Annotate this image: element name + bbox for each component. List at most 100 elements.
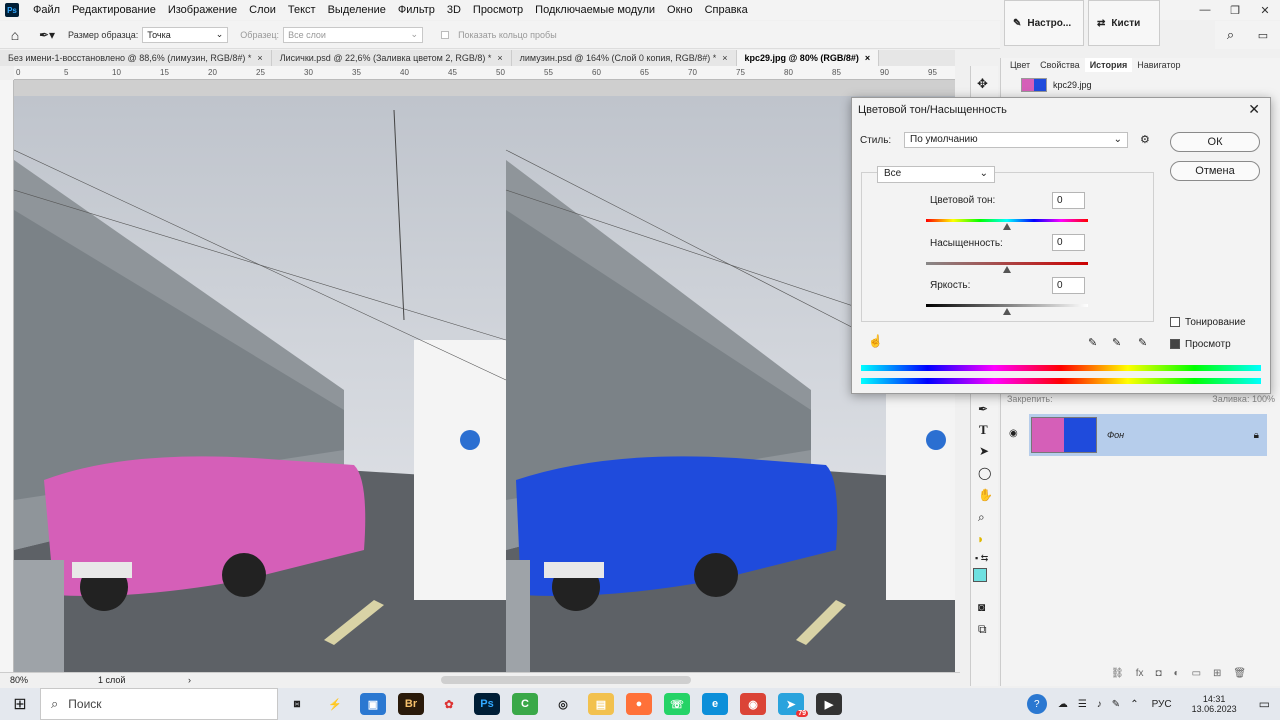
media-player-icon[interactable]: ▶: [816, 693, 842, 715]
lightness-slider-track[interactable]: [926, 304, 1088, 307]
hue-input[interactable]: 0: [1052, 192, 1085, 209]
whatsapp-icon[interactable]: ☏: [664, 693, 690, 715]
brushes-panel-tab[interactable]: ⇄ Кисти: [1088, 0, 1160, 46]
hue-slider-thumb[interactable]: [1003, 223, 1011, 230]
cloud-icon[interactable]: ☁: [1058, 699, 1068, 710]
store-icon[interactable]: ▣: [360, 693, 386, 715]
eyedropper-icon[interactable]: ✎: [1088, 336, 1097, 349]
link-layers-icon[interactable]: ⛓: [1111, 668, 1124, 679]
wifi-icon[interactable]: ☰: [1078, 699, 1087, 710]
ring-checkbox[interactable]: [441, 30, 450, 39]
screen-mode-icon[interactable]: ⧉: [978, 622, 987, 637]
fill-value[interactable]: 100%: [1252, 394, 1275, 404]
volume-icon[interactable]: ♪: [1097, 699, 1102, 710]
pen-tool-icon[interactable]: ✒: [978, 402, 988, 416]
adjustments-panel-tab[interactable]: ✎ Настро...: [1004, 0, 1084, 46]
tab-properties[interactable]: Свойства: [1035, 58, 1085, 72]
menu-type[interactable]: Текст: [282, 4, 322, 16]
camtasia-icon[interactable]: C: [512, 693, 538, 715]
zoom-tool-icon[interactable]: ⌕: [978, 510, 985, 525]
maximize-button[interactable]: ❐: [1220, 0, 1250, 20]
colorize-row[interactable]: Тонирование: [1170, 317, 1246, 328]
workspace-icon[interactable]: ▭: [1258, 29, 1268, 42]
path-select-icon[interactable]: ➤: [979, 444, 989, 458]
winamp-icon[interactable]: ⚡: [322, 693, 348, 715]
taskbar-search[interactable]: ⌕ Поиск: [40, 688, 278, 720]
target-adjust-icon[interactable]: ☝: [868, 334, 883, 348]
hand-tool-icon[interactable]: ✋: [978, 488, 993, 502]
menu-3d[interactable]: 3D: [441, 4, 467, 16]
menu-help[interactable]: Справка: [699, 4, 754, 16]
menu-select[interactable]: Выделение: [322, 4, 392, 16]
tab-history[interactable]: История: [1084, 58, 1133, 72]
paint-icon[interactable]: ✿: [436, 693, 462, 715]
canvas-area[interactable]: [14, 80, 955, 672]
cancel-button[interactable]: Отмена: [1170, 161, 1260, 181]
close-tab-icon[interactable]: ×: [497, 53, 502, 63]
chrome-icon[interactable]: ◉: [740, 693, 766, 715]
document-tab[interactable]: Без имени-1-восстановлено @ 88,6% (лимуз…: [0, 50, 272, 66]
new-layer-icon[interactable]: ⊞: [1213, 668, 1221, 679]
document-tab[interactable]: Лисички.psd @ 22,6% (Заливка цветом 2, R…: [272, 50, 512, 66]
start-button[interactable]: ⊞: [0, 688, 40, 720]
menu-view[interactable]: Просмотр: [467, 4, 529, 16]
chevron-up-icon[interactable]: ⌃: [1130, 699, 1138, 710]
close-button[interactable]: ✕: [1250, 0, 1280, 20]
clock[interactable]: 14:31 13.06.2023: [1192, 694, 1237, 714]
eyedropper-minus-icon[interactable]: ✎: [1138, 336, 1147, 349]
firefox-icon[interactable]: ●: [626, 693, 652, 715]
menu-filter[interactable]: Фильтр: [392, 4, 441, 16]
edge-icon[interactable]: e: [702, 693, 728, 715]
explorer-icon[interactable]: ▤: [588, 693, 614, 715]
task-view-icon[interactable]: ⧈: [284, 693, 310, 715]
document-tab[interactable]: kpc29.jpg @ 80% (RGB/8#) ×: [736, 50, 880, 66]
menu-plugins[interactable]: Подключаемые модули: [529, 4, 661, 16]
notifications-icon[interactable]: ▭: [1259, 697, 1270, 711]
lightness-input[interactable]: 0: [1052, 277, 1085, 294]
minimize-button[interactable]: —: [1190, 0, 1220, 20]
saturation-slider-thumb[interactable]: [1003, 266, 1011, 273]
new-group-icon[interactable]: ▭: [1192, 668, 1201, 679]
telegram-icon[interactable]: ➤ 79: [778, 693, 808, 717]
close-tab-icon[interactable]: ×: [722, 53, 727, 63]
zoom-level[interactable]: 80%: [0, 675, 40, 685]
hue-slider-track[interactable]: [926, 219, 1088, 222]
camera-icon[interactable]: ◎: [550, 693, 576, 715]
swap-colors-icon[interactable]: ▪ ⇆: [975, 553, 988, 564]
colorize-checkbox[interactable]: [1170, 317, 1180, 328]
preview-checkbox[interactable]: [1170, 339, 1180, 350]
lightness-slider-thumb[interactable]: [1003, 308, 1011, 315]
move-tool-icon[interactable]: ✥: [977, 76, 988, 92]
fx-icon[interactable]: fx: [1136, 668, 1144, 679]
search-icon[interactable]: ⌕: [1227, 27, 1234, 43]
trash-icon[interactable]: 🗑︎: [1233, 668, 1246, 679]
horizontal-scrollbar[interactable]: [441, 675, 691, 684]
style-select[interactable]: По умолчанию ⌄: [904, 132, 1128, 148]
menu-edit[interactable]: Редактирование: [66, 4, 162, 16]
help-icon[interactable]: ?: [1026, 694, 1047, 714]
ellipse-tool-icon[interactable]: ◯: [978, 466, 991, 480]
ok-button[interactable]: ОК: [1170, 132, 1260, 152]
foreground-color[interactable]: [973, 568, 987, 582]
pen-icon[interactable]: ✎: [1112, 699, 1120, 710]
language-indicator[interactable]: РУС: [1152, 699, 1172, 710]
layer-row[interactable]: Фон 🔒︎: [1029, 414, 1267, 456]
banana-icon[interactable]: ◗: [977, 532, 984, 546]
home-icon[interactable]: ⌂: [0, 27, 30, 43]
eyedropper-tool-icon[interactable]: ✒▾: [30, 28, 64, 42]
saturation-input[interactable]: 0: [1052, 234, 1085, 251]
visibility-eye-icon[interactable]: ◉: [1009, 428, 1018, 439]
adjustment-layer-icon[interactable]: ◐: [1174, 668, 1180, 679]
document-tab[interactable]: лимузин.psd @ 164% (Слой 0 копия, RGB/8#…: [512, 50, 737, 66]
close-tab-icon[interactable]: ×: [865, 53, 870, 63]
sample-select[interactable]: Все слои ⌄: [283, 26, 424, 43]
add-mask-icon[interactable]: ◘: [1155, 668, 1161, 679]
eyedropper-plus-icon[interactable]: ✎: [1112, 336, 1121, 349]
photoshop-taskbar-icon[interactable]: Ps: [474, 693, 500, 715]
sample-size-select[interactable]: Точка ⌄: [142, 26, 229, 43]
type-tool-icon[interactable]: T: [979, 422, 988, 438]
menu-file[interactable]: Файл: [27, 4, 66, 16]
bridge-icon[interactable]: Br: [398, 693, 424, 715]
close-tab-icon[interactable]: ×: [257, 53, 262, 63]
saturation-slider-track[interactable]: [926, 262, 1088, 265]
